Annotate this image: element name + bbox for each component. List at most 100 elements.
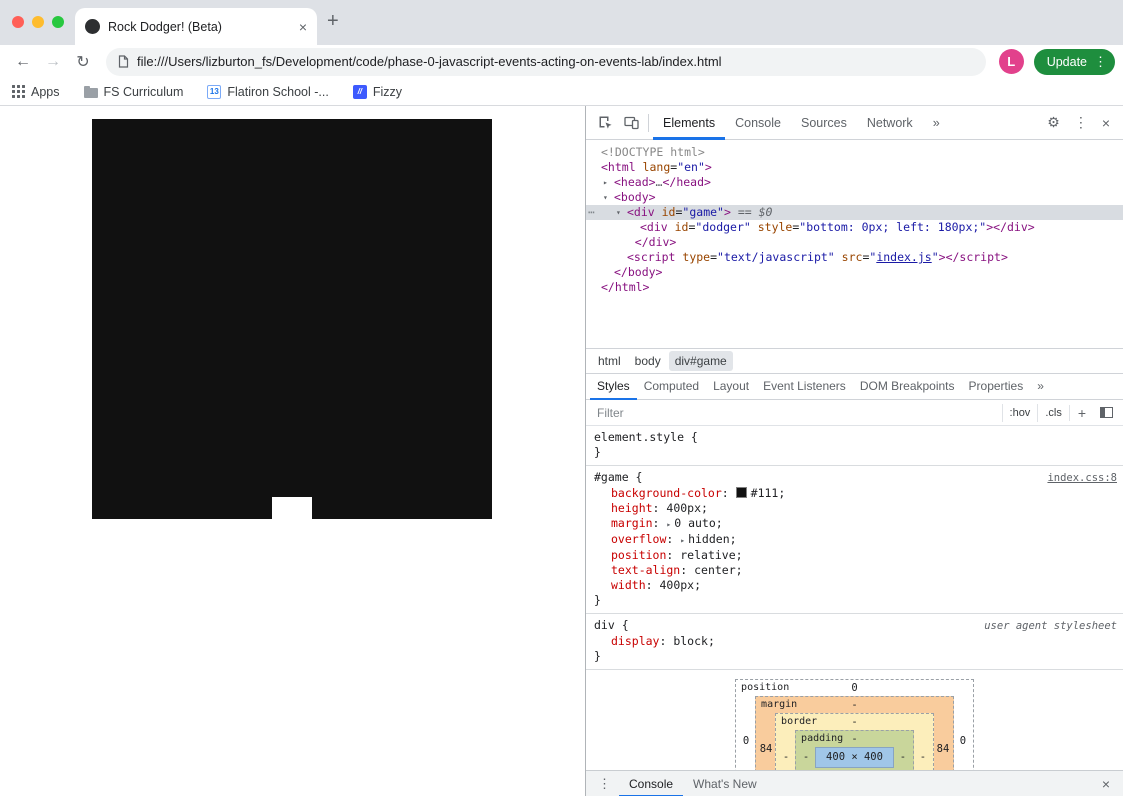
devtools-tab-network[interactable]: Network xyxy=(857,106,923,140)
close-window-button[interactable] xyxy=(12,16,24,28)
bookmark-fs-curriculum[interactable]: FS Curriculum xyxy=(84,85,184,99)
css-declaration[interactable]: margin: ▸0 auto; xyxy=(594,516,1117,532)
new-tab-button[interactable]: + xyxy=(327,10,339,33)
tab-close-icon[interactable]: × xyxy=(299,19,307,35)
elements-tree: <!DOCTYPE html><html lang="en">▸<head>…<… xyxy=(586,140,1123,348)
code-token: type xyxy=(675,250,710,264)
margin-left-value: 84 xyxy=(757,742,775,757)
address-bar[interactable]: file:///Users/lizburton_fs/Development/c… xyxy=(106,48,986,76)
devtools-menu-icon[interactable]: ⋮ xyxy=(1067,114,1095,131)
dom-tree-node[interactable]: <!DOCTYPE html> xyxy=(586,145,1123,160)
devtools-tab-console[interactable]: Console xyxy=(725,106,791,140)
code-token: </div> xyxy=(635,235,677,249)
devtools-tab-elements[interactable]: Elements xyxy=(653,106,725,140)
profile-avatar[interactable]: L xyxy=(999,49,1024,74)
border-right-value: - xyxy=(914,750,932,765)
expanded-arrow-icon[interactable]: ▾ xyxy=(616,205,627,220)
css-declaration[interactable]: background-color: #111; xyxy=(594,486,1117,501)
code-token: ></div> xyxy=(986,220,1034,234)
resource-link[interactable]: index.js xyxy=(876,250,931,264)
devtools-more-tabs-icon[interactable]: » xyxy=(923,106,950,140)
tab-dom-breakpoints[interactable]: DOM Breakpoints xyxy=(853,373,962,400)
expand-shorthand-icon[interactable]: ▸ xyxy=(680,536,685,545)
toggle-sidebar-icon[interactable] xyxy=(1100,407,1113,418)
code-token: > xyxy=(724,205,731,219)
drawer-menu-icon[interactable]: ⋮ xyxy=(590,776,619,792)
code-token: "bottom: 0px; left: 180px;" xyxy=(799,220,986,234)
css-rule: #game { index.css:8background-color: #111… xyxy=(586,466,1123,614)
code-token: </html> xyxy=(601,280,649,294)
node-more-actions-icon[interactable]: ⋯ xyxy=(588,205,594,220)
reload-button[interactable]: ↻ xyxy=(68,48,98,76)
expand-shorthand-icon[interactable]: ▸ xyxy=(666,520,671,529)
dom-tree-node[interactable]: ⋯▾<div id="game"> == $0 xyxy=(586,205,1123,220)
tab-event-listeners[interactable]: Event Listeners xyxy=(756,373,853,400)
css-property-value: 400px; xyxy=(659,578,701,592)
more-styles-tabs-icon[interactable]: » xyxy=(1030,373,1051,400)
dom-tree-node[interactable]: <script type="text/javascript" src="inde… xyxy=(586,250,1123,265)
breadcrumb-body[interactable]: body xyxy=(629,351,667,371)
css-declaration[interactable]: overflow: ▸hidden; xyxy=(594,532,1117,548)
tab-properties[interactable]: Properties xyxy=(962,373,1031,400)
stylesheet-link[interactable]: index.css:8 xyxy=(1047,471,1117,486)
css-selector[interactable]: element.style { xyxy=(594,430,698,445)
browser-tab[interactable]: Rock Dodger! (Beta) × xyxy=(75,8,317,45)
dom-tree-node[interactable]: <div id="dodger" style="bottom: 0px; lef… xyxy=(586,220,1123,235)
css-declaration[interactable]: position: relative; xyxy=(594,548,1117,563)
css-property-value: hidden; xyxy=(688,532,736,546)
settings-gear-icon[interactable]: ⚙ xyxy=(1040,114,1067,131)
dom-tree-node[interactable]: ▸<head>…</head> xyxy=(586,175,1123,190)
drawer-tab-whats-new[interactable]: What's New xyxy=(683,771,767,796)
bookmark-fizzy[interactable]: // Fizzy xyxy=(353,85,402,99)
bookmark-apps[interactable]: Apps xyxy=(12,85,60,99)
tab-computed[interactable]: Computed xyxy=(637,373,706,400)
css-property-name: margin xyxy=(611,516,653,530)
breadcrumb-html[interactable]: html xyxy=(592,351,627,371)
css-selector[interactable]: #game { xyxy=(594,470,642,485)
forward-button[interactable]: → xyxy=(38,48,68,76)
breadcrumb-div-game[interactable]: div#game xyxy=(669,351,733,371)
drawer-close-icon[interactable]: × xyxy=(1093,776,1119,792)
dom-tree-node[interactable]: </html> xyxy=(586,280,1123,295)
collapsed-arrow-icon[interactable]: ▸ xyxy=(603,175,614,190)
page-content xyxy=(0,106,585,796)
code-token: : xyxy=(653,516,667,530)
drawer-tab-console[interactable]: Console xyxy=(619,771,683,796)
color-swatch[interactable] xyxy=(736,487,747,498)
minimize-window-button[interactable] xyxy=(32,16,44,28)
devtools-tab-sources[interactable]: Sources xyxy=(791,106,857,140)
inspect-element-icon[interactable] xyxy=(592,110,618,136)
css-property-name: width xyxy=(611,578,646,592)
dom-tree-node[interactable]: <html lang="en"> xyxy=(586,160,1123,175)
tab-styles[interactable]: Styles xyxy=(590,373,637,400)
dom-tree-node[interactable]: </div> xyxy=(586,235,1123,250)
dom-tree-node[interactable]: </body> xyxy=(586,265,1123,280)
bookmarks-bar: Apps FS Curriculum 13 Flatiron School -.… xyxy=(0,78,1123,106)
code-token: "dodger" xyxy=(695,220,750,234)
back-button[interactable]: ← xyxy=(8,48,38,76)
zoom-window-button[interactable] xyxy=(52,16,64,28)
css-declaration[interactable]: width: 400px; xyxy=(594,578,1117,593)
devtools-close-icon[interactable]: × xyxy=(1095,115,1117,131)
css-declaration[interactable]: display: block; xyxy=(594,634,1117,649)
new-style-rule-button[interactable]: + xyxy=(1069,405,1094,421)
css-selector[interactable]: div { xyxy=(594,618,629,633)
css-property-value: 400px; xyxy=(666,501,708,515)
css-declaration[interactable]: height: 400px; xyxy=(594,501,1117,516)
code-token: "text/javascript" xyxy=(717,250,835,264)
element-classes-button[interactable]: .cls xyxy=(1037,404,1069,422)
dom-tree-node[interactable]: ▾<body> xyxy=(586,190,1123,205)
browser-menu-icon[interactable]: ⋮ xyxy=(1094,54,1107,70)
expanded-arrow-icon[interactable]: ▾ xyxy=(603,190,614,205)
update-button[interactable]: Update ⋮ xyxy=(1034,49,1115,75)
css-rule-close: } xyxy=(594,593,1117,608)
code-token: = xyxy=(710,250,717,264)
styles-filter-input[interactable] xyxy=(595,405,1002,421)
bookmark-flatiron-school[interactable]: 13 Flatiron School -... xyxy=(207,85,328,99)
tab-layout[interactable]: Layout xyxy=(706,373,756,400)
toggle-element-state-button[interactable]: :hov xyxy=(1002,404,1038,422)
css-declaration[interactable]: text-align: center; xyxy=(594,563,1117,578)
code-token: </body> xyxy=(614,265,662,279)
box-model-content[interactable]: 400 × 400 xyxy=(815,747,894,768)
device-toolbar-icon[interactable] xyxy=(618,110,644,136)
